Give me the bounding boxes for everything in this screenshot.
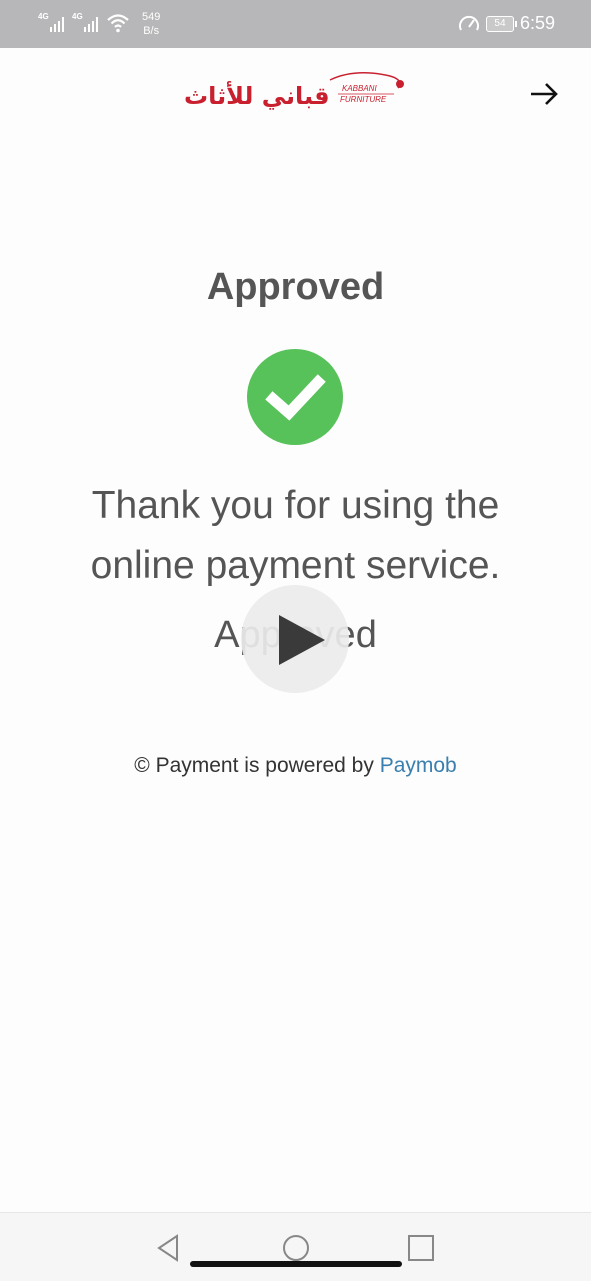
home-button[interactable] [281,1233,311,1263]
kabbani-furniture-logo: قباني للأثاث KABBANI FURNITURE [180,66,412,118]
back-button[interactable] [154,1233,184,1263]
status-bar: 4G 4G 549 B/s 54 6:59 [0,0,591,48]
success-check-icon [247,349,343,445]
status-left: 4G 4G 549 B/s [38,10,160,38]
svg-text:KABBANI: KABBANI [342,84,377,93]
svg-text:قباني للأثاث: قباني للأثاث [184,81,330,110]
speed-value: 549 [142,11,161,23]
thank-you-message: Thank you for using the online payment s… [90,484,501,587]
status-right: 54 6:59 [458,13,555,34]
arrow-right-icon [531,83,558,105]
video-play-button[interactable] [241,585,349,693]
svg-text:FURNITURE: FURNITURE [340,95,387,104]
speed-unit: B/s [143,25,160,37]
speedometer-icon [458,15,479,30]
recents-square-icon [408,1235,434,1261]
battery-icon: 54 [485,15,517,32]
home-indicator[interactable] [190,1261,402,1267]
cell-signal-2-icon: 4G [72,10,100,34]
forward-arrow-button[interactable] [526,76,562,112]
page-title: Approved [206,266,385,308]
network-type-2: 4G [72,12,83,21]
home-circle-icon [283,1235,309,1261]
play-icon [279,615,325,665]
powered-by: © Payment is powered by Paymob [0,754,591,778]
back-triangle-icon [157,1234,178,1262]
recents-button[interactable] [406,1233,436,1263]
paymob-link[interactable]: Paymob [380,754,457,777]
wifi-icon [107,14,129,33]
clock: 6:59 [519,13,555,33]
cell-signal-1-icon: 4G [38,10,66,34]
system-navigation-bar [0,1212,591,1281]
battery-level: 54 [494,17,506,29]
powered-by-text: © Payment is powered by [134,754,380,777]
network-type-1: 4G [38,12,49,21]
network-speed: 549 B/s [142,10,160,38]
